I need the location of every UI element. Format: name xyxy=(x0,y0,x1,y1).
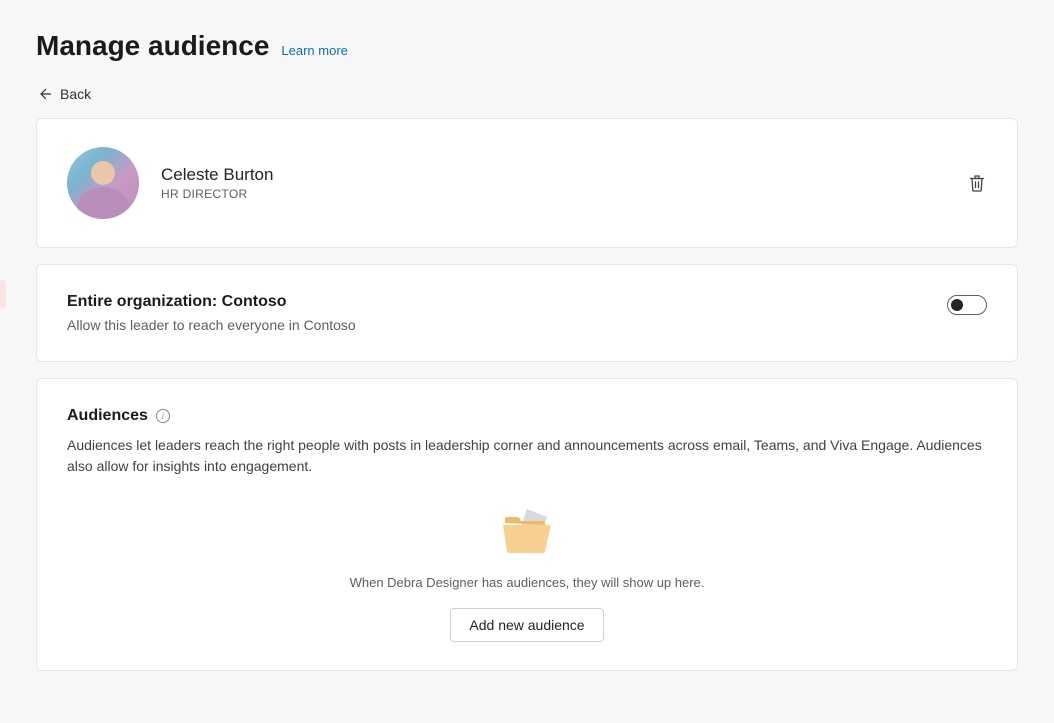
audiences-card: Audiences i Audiences let leaders reach … xyxy=(36,378,1018,671)
add-audience-button[interactable]: Add new audience xyxy=(450,608,603,642)
audiences-title: Audiences xyxy=(67,407,148,425)
org-text: Entire organization: Contoso Allow this … xyxy=(67,293,356,333)
empty-state-text: When Debra Designer has audiences, they … xyxy=(350,575,705,590)
person-info: Celeste Burton HR DIRECTOR xyxy=(67,147,273,219)
audiences-description: Audiences let leaders reach the right pe… xyxy=(67,435,987,477)
learn-more-link[interactable]: Learn more xyxy=(281,43,347,58)
page-header: Manage audience Learn more xyxy=(36,30,1018,62)
person-role: HR DIRECTOR xyxy=(161,187,273,201)
person-name: Celeste Burton xyxy=(161,165,273,185)
avatar xyxy=(67,147,139,219)
folder-icon xyxy=(499,507,555,557)
toggle-knob xyxy=(951,299,963,311)
empty-state: When Debra Designer has audiences, they … xyxy=(67,507,987,642)
page-container: Manage audience Learn more Back Celeste … xyxy=(0,0,1054,723)
back-label: Back xyxy=(60,86,91,102)
audiences-header: Audiences i xyxy=(67,407,987,425)
org-title: Entire organization: Contoso xyxy=(67,293,356,311)
back-button[interactable]: Back xyxy=(36,86,91,102)
info-icon[interactable]: i xyxy=(156,409,170,423)
trash-icon[interactable] xyxy=(967,173,987,193)
side-accent xyxy=(0,280,6,308)
org-card: Entire organization: Contoso Allow this … xyxy=(36,264,1018,362)
org-description: Allow this leader to reach everyone in C… xyxy=(67,317,356,333)
page-title: Manage audience xyxy=(36,30,269,62)
person-card: Celeste Burton HR DIRECTOR xyxy=(36,118,1018,248)
arrow-left-icon xyxy=(36,86,52,102)
org-toggle[interactable] xyxy=(947,295,987,315)
person-text: Celeste Burton HR DIRECTOR xyxy=(161,165,273,201)
